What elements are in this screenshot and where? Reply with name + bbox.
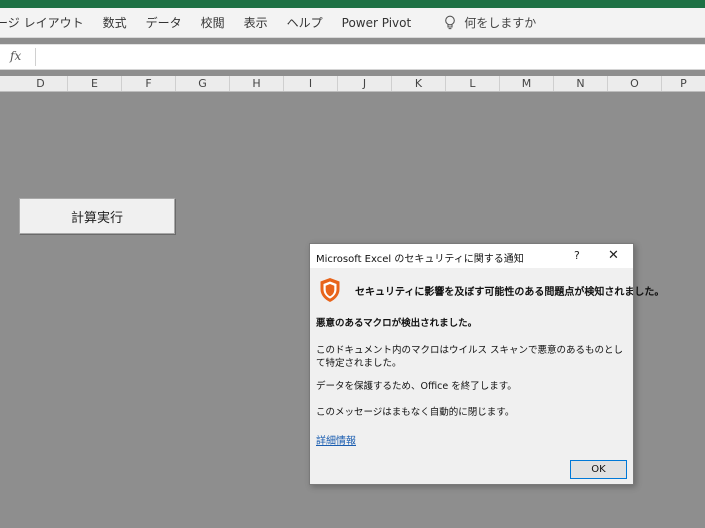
- column-header[interactable]: F: [122, 76, 176, 91]
- fx-icon[interactable]: fx: [10, 49, 21, 63]
- tab-data[interactable]: データ: [146, 14, 182, 31]
- ribbon-tabs: ージ レイアウト 数式 データ 校閲 表示 ヘルプ Power Pivot 何を…: [0, 8, 705, 38]
- tab-help[interactable]: ヘルプ: [287, 14, 323, 31]
- column-header[interactable]: G: [176, 76, 230, 91]
- lightbulb-icon: [445, 15, 456, 30]
- column-header[interactable]: H: [230, 76, 284, 91]
- more-info-link[interactable]: 詳細情報: [316, 432, 356, 447]
- help-button[interactable]: ?: [574, 249, 580, 262]
- dialog-paragraph-3: このメッセージはまもなく自動的に閉じます。: [316, 407, 515, 418]
- run-calculation-button[interactable]: 計算実行: [19, 198, 175, 234]
- security-notice-dialog: Microsoft Excel のセキュリティに関する通知 ? ✕ セキュリティ…: [309, 243, 664, 485]
- column-header[interactable]: I: [284, 76, 338, 91]
- column-header[interactable]: M: [500, 76, 554, 91]
- dialog-title: Microsoft Excel のセキュリティに関する通知: [316, 254, 524, 265]
- dialog-heading: セキュリティに影響を及ぼす可能性のある問題点が検知されました。: [355, 287, 665, 298]
- dialog-title-bar[interactable]: Microsoft Excel のセキュリティに関する通知 ? ✕: [310, 244, 633, 268]
- column-header[interactable]: O: [608, 76, 662, 91]
- tell-me-text: 何をしますか: [464, 16, 537, 30]
- title-bar-strip: [0, 0, 705, 8]
- column-header[interactable]: K: [392, 76, 446, 91]
- column-header[interactable]: E: [68, 76, 122, 91]
- formula-bar: fx: [0, 44, 705, 70]
- column-header[interactable]: D: [14, 76, 68, 91]
- tab-formulas[interactable]: 数式: [103, 14, 127, 31]
- dialog-paragraph-2: データを保護するため、Office を終了します。: [316, 381, 517, 392]
- dialog-paragraph-1: このドキュメント内のマクロはウイルス スキャンで悪意のあるものとして特定されまし…: [316, 345, 624, 369]
- close-button[interactable]: ✕: [608, 248, 619, 263]
- tell-me-box[interactable]: 何をしますか: [444, 14, 536, 31]
- shield-warning-icon: [320, 278, 340, 302]
- tab-view[interactable]: 表示: [244, 14, 268, 31]
- formula-input[interactable]: [40, 45, 700, 69]
- formula-divider: [35, 48, 36, 66]
- ok-button[interactable]: OK: [570, 460, 627, 479]
- detected-message: 悪意のあるマクロが検出されました。: [316, 318, 478, 329]
- column-headers: D E F G H I J K L M N O P: [0, 76, 705, 92]
- tab-page-layout[interactable]: ージ レイアウト: [0, 14, 84, 31]
- column-header[interactable]: J: [338, 76, 392, 91]
- column-header[interactable]: N: [554, 76, 608, 91]
- column-header[interactable]: L: [446, 76, 500, 91]
- column-header[interactable]: P: [662, 76, 705, 91]
- tab-review[interactable]: 校閲: [201, 14, 225, 31]
- tab-power-pivot[interactable]: Power Pivot: [342, 16, 412, 30]
